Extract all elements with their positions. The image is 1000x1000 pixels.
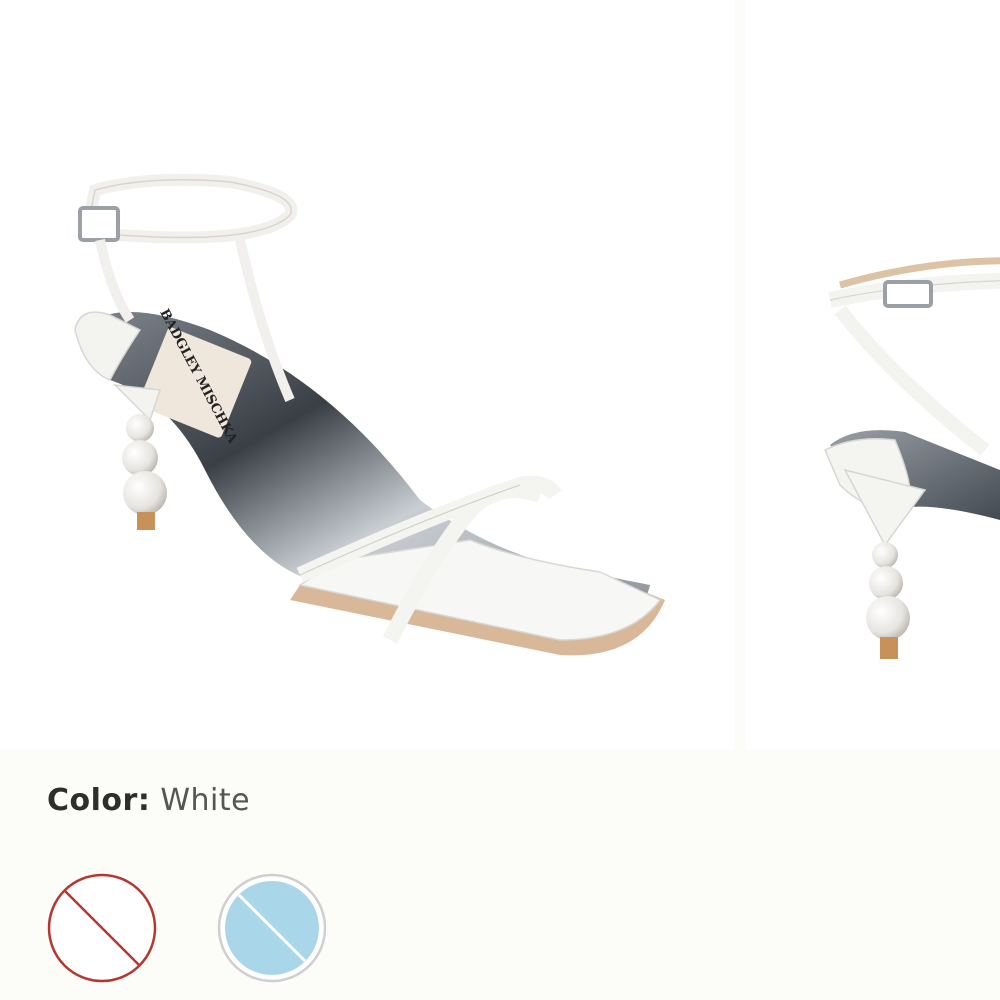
product-image-carousel[interactable]: BADGLEY MISCHKA: [0, 0, 1000, 750]
sandal-back-image: [824, 257, 1000, 659]
product-image-main[interactable]: BADGLEY MISCHKA: [0, 0, 735, 750]
color-selection-label: Color: White: [47, 783, 250, 818]
unavailable-swatch-icon: [217, 873, 327, 983]
unavailable-swatch-icon: [47, 873, 157, 983]
swatch-white[interactable]: [47, 873, 157, 983]
color-swatch-list: [47, 873, 347, 985]
buckle-icon: [883, 280, 933, 308]
buckle-icon: [78, 206, 120, 242]
product-page: BADGLEY MISCHKA Color: White: [0, 0, 1000, 1000]
selected-color-value: White: [160, 783, 251, 818]
sandal-front-image: BADGLEY MISCHKA: [74, 173, 665, 656]
swatch-light-blue[interactable]: [217, 873, 327, 983]
product-image-secondary[interactable]: [745, 0, 1000, 750]
color-label: Color:: [47, 783, 151, 818]
